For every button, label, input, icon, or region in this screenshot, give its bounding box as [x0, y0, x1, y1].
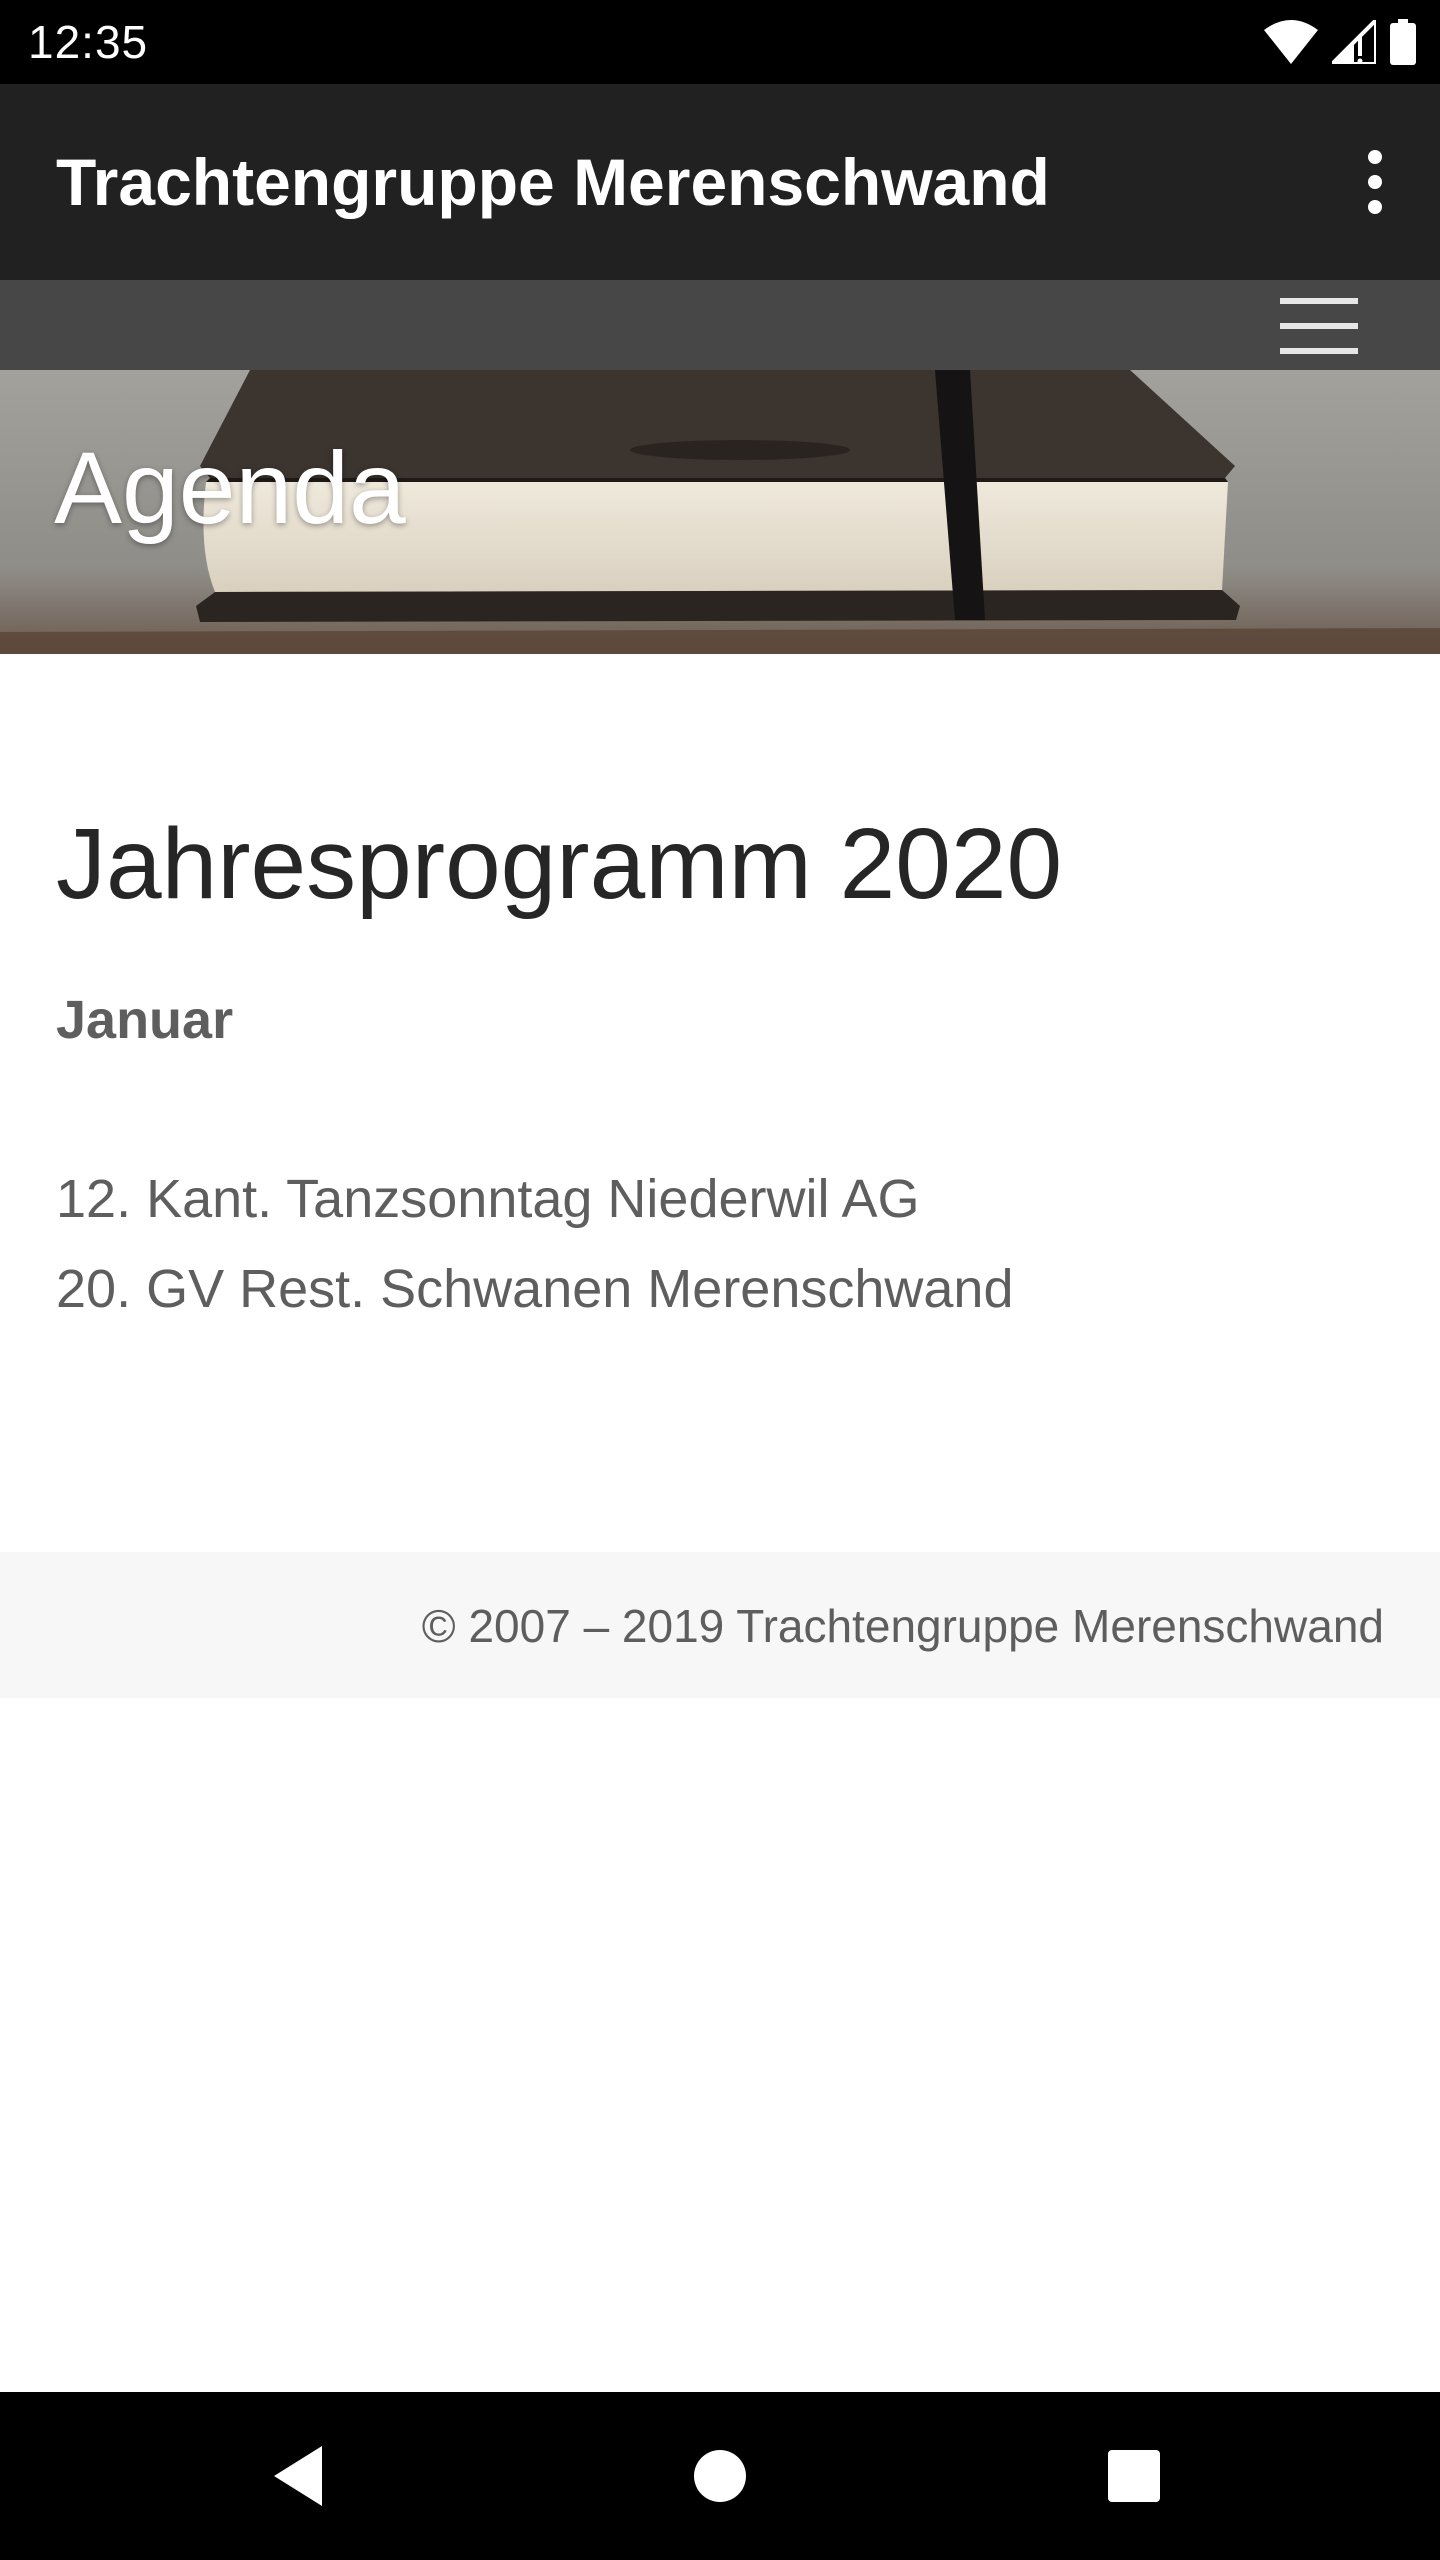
recents-icon[interactable]: [1092, 2434, 1176, 2518]
event-item: 12. Kant. Tanzsonntag Niederwil AG: [56, 1169, 920, 1229]
hamburger-menu-icon[interactable]: [1280, 298, 1358, 354]
recents-square: [1108, 2450, 1160, 2502]
event-item: 20. GV Rest. Schwanen Merenschwand: [56, 1259, 1014, 1319]
hero-banner: Agenda: [0, 370, 1440, 654]
hamburger-line: [1280, 298, 1358, 304]
hamburger-line: [1280, 323, 1358, 329]
app-title: Trachtengruppe Merenschwand: [56, 145, 1050, 219]
battery-icon: [1390, 19, 1416, 65]
website-nav-bar: [0, 280, 1440, 370]
system-nav-bar: [0, 2392, 1440, 2560]
more-vert-icon[interactable]: [1350, 146, 1400, 218]
cellular-signal-icon: [1332, 20, 1376, 64]
status-icons: [1264, 18, 1416, 66]
screen: 12:35 Trachtengruppe Merenschwand Agenda…: [0, 0, 1440, 2560]
status-time: 12:35: [28, 16, 149, 68]
home-icon[interactable]: [678, 2434, 762, 2518]
overflow-dot: [1368, 200, 1382, 214]
footer: © 2007 – 2019 Trachtengruppe Merenschwan…: [0, 1552, 1440, 1698]
back-icon[interactable]: [258, 2434, 342, 2518]
back-triangle: [274, 2446, 322, 2506]
hamburger-line: [1280, 348, 1358, 354]
home-circle: [694, 2450, 746, 2502]
overflow-dot: [1368, 150, 1382, 164]
month-label: Januar: [56, 990, 234, 1050]
event-list: 12. Kant. Tanzsonntag Niederwil AG 20. G…: [56, 1154, 1014, 1334]
hero-title: Agenda: [54, 431, 406, 545]
overflow-dot: [1368, 175, 1382, 189]
wifi-icon: [1264, 20, 1318, 64]
status-bar: 12:35: [0, 0, 1440, 84]
app-bar: Trachtengruppe Merenschwand: [0, 84, 1440, 280]
page-heading: Jahresprogramm 2020: [56, 808, 1063, 920]
copyright-text: © 2007 – 2019 Trachtengruppe Merenschwan…: [421, 1600, 1384, 1652]
